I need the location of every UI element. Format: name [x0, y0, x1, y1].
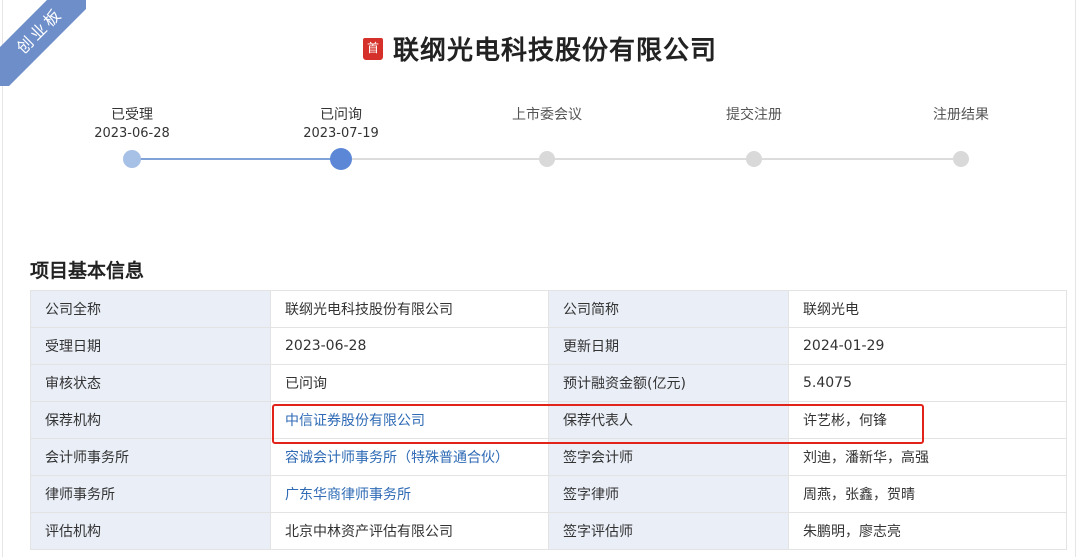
field-label: 保荐代表人 [548, 401, 789, 439]
step-date: 2023-07-19 [303, 126, 379, 141]
field-value: 周燕，张鑫，贺晴 [788, 475, 1067, 513]
field-value: 许艺彬，何锋 [788, 401, 1067, 439]
first-badge-icon: 首 [362, 37, 383, 60]
field-value: 2023-06-28 [270, 327, 549, 365]
field-label: 保荐机构 [30, 401, 271, 439]
field-label: 更新日期 [548, 327, 789, 365]
progress-track-done [132, 158, 341, 160]
field-label: 签字律师 [548, 475, 789, 513]
step-dot-icon [539, 151, 555, 167]
table-row: 律师事务所 广东华商律师事务所 签字律师 周燕，张鑫，贺晴 [30, 475, 1067, 513]
step-submit-registration: 提交注册 [674, 105, 834, 167]
step-date [467, 125, 627, 143]
table-row: 会计师事务所 容诚会计师事务所（特殊普通合伙） 签字会计师 刘迪，潘新华，高强 [30, 438, 1067, 476]
field-value: 5.4075 [788, 364, 1067, 402]
step-label: 注册结果 [933, 107, 989, 123]
step-date: 2023-06-28 [94, 126, 170, 141]
field-label: 评估机构 [30, 512, 271, 550]
field-value: 北京中林资产评估有限公司 [270, 512, 549, 550]
step-dot-icon [953, 151, 969, 167]
table-row: 保荐机构 中信证券股份有限公司 保荐代表人 许艺彬，何锋 [30, 401, 1067, 439]
field-label: 会计师事务所 [30, 438, 271, 476]
step-dot-icon [330, 148, 352, 170]
review-progress: 已受理 2023-06-28 已问询 2023-07-19 上市委会议 提交注册… [0, 105, 1080, 185]
field-label: 签字评估师 [548, 512, 789, 550]
field-label: 公司简称 [548, 290, 789, 328]
step-dot-icon [746, 151, 762, 167]
page-header: 首 联纲光电科技股份有限公司 [0, 30, 1080, 67]
accounting-firm-link[interactable]: 容诚会计师事务所（特殊普通合伙） [270, 438, 549, 476]
field-value: 联纲光电科技股份有限公司 [270, 290, 549, 328]
field-value: 朱鹏明，廖志亮 [788, 512, 1067, 550]
step-dot-icon [123, 150, 141, 168]
field-label: 律师事务所 [30, 475, 271, 513]
field-label: 签字会计师 [548, 438, 789, 476]
project-info-table: 公司全称 联纲光电科技股份有限公司 公司简称 联纲光电 受理日期 2023-06… [30, 290, 1067, 550]
sponsor-link[interactable]: 中信证券股份有限公司 [270, 401, 549, 439]
step-label: 已问询 [320, 107, 362, 123]
table-row: 公司全称 联纲光电科技股份有限公司 公司简称 联纲光电 [30, 290, 1067, 328]
field-value: 2024-01-29 [788, 327, 1067, 365]
progress-track-pending [341, 158, 961, 160]
table-row: 审核状态 已问询 预计融资金额(亿元) 5.4075 [30, 364, 1067, 402]
field-label: 公司全称 [30, 290, 271, 328]
step-accepted: 已受理 2023-06-28 [52, 105, 212, 168]
law-firm-link[interactable]: 广东华商律师事务所 [270, 475, 549, 513]
step-label: 提交注册 [726, 107, 782, 123]
table-row: 受理日期 2023-06-28 更新日期 2024-01-29 [30, 327, 1067, 365]
field-value: 刘迪，潘新华，高强 [788, 438, 1067, 476]
step-inquired: 已问询 2023-07-19 [261, 105, 421, 170]
table-row: 评估机构 北京中林资产评估有限公司 签字评估师 朱鹏明，廖志亮 [30, 512, 1067, 550]
step-label: 已受理 [111, 107, 153, 123]
field-value: 已问询 [270, 364, 549, 402]
section-title: 项目基本信息 [30, 260, 145, 282]
field-label: 预计融资金额(亿元) [548, 364, 789, 402]
field-label: 受理日期 [30, 327, 271, 365]
step-label: 上市委会议 [512, 107, 582, 123]
step-registration-result: 注册结果 [881, 105, 1041, 167]
step-listing-committee: 上市委会议 [467, 105, 627, 167]
field-label: 审核状态 [30, 364, 271, 402]
step-date [881, 125, 1041, 143]
field-value: 联纲光电 [788, 290, 1067, 328]
step-date [674, 125, 834, 143]
page-title: 联纲光电科技股份有限公司 [392, 36, 717, 66]
